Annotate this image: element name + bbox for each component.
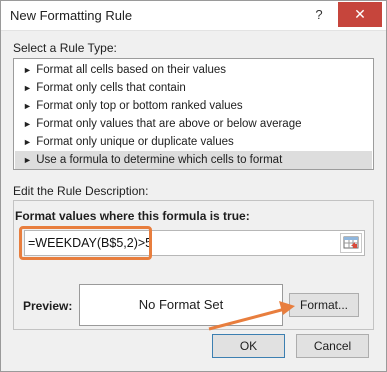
callout-arrow-icon [208,301,295,331]
new-formatting-rule-dialog: New Formatting Rule ? ✕ Select a Rule Ty… [0,0,387,372]
